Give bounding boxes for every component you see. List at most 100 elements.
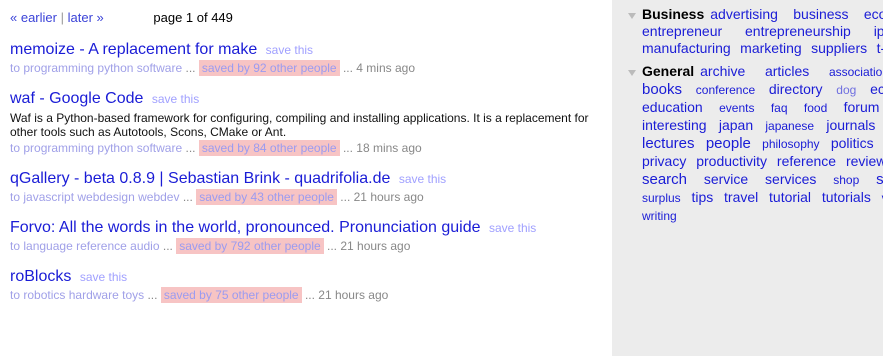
post-tag-link[interactable]: webdesign	[77, 190, 134, 204]
tag-link[interactable]: dog	[836, 83, 856, 97]
tag-link[interactable]: directory	[769, 81, 823, 97]
tag-link[interactable]: shop	[833, 173, 859, 187]
tag-sidebar: Business advertising business ecommerce e…	[612, 0, 883, 356]
post-time: ... 21 hours ago	[327, 239, 411, 253]
post-title-line: memoize - A replacement for make save th…	[10, 40, 612, 59]
tag-link[interactable]: entrepreneur	[642, 23, 722, 39]
post-title-link[interactable]: waf - Google Code	[10, 90, 143, 107]
meta-to: to	[10, 288, 21, 302]
post-time: ... 21 hours ago	[340, 190, 424, 204]
tag-link[interactable]: ecommerce	[864, 6, 883, 22]
post-tag-link[interactable]: programming	[23, 141, 94, 155]
tag-link[interactable]: business	[793, 6, 848, 22]
post-item: roBlocks save this to robotics hardware t…	[10, 267, 612, 304]
post-tag-link[interactable]: toys	[122, 288, 144, 302]
earlier-link[interactable]: « earlier	[10, 10, 57, 25]
meta-ellipsis: ...	[185, 61, 196, 75]
saved-by-link[interactable]: saved by 92 other people	[198, 60, 340, 76]
tag-link[interactable]: education	[642, 99, 703, 115]
post-tag-link[interactable]: python	[97, 61, 133, 75]
saved-by-link[interactable]: saved by 84 other people	[198, 140, 340, 156]
tag-link[interactable]: interesting	[642, 117, 707, 133]
tag-link[interactable]: search	[642, 171, 687, 188]
saved-by-link[interactable]: saved by 75 other people	[160, 287, 302, 303]
tag-link[interactable]: services	[765, 171, 816, 187]
tag-link[interactable]: manufacturing	[642, 40, 731, 56]
post-meta: to javascript webdesign webdev ... saved…	[10, 189, 612, 206]
tag-link[interactable]: tutorials	[822, 189, 871, 205]
meta-to: to	[10, 141, 21, 155]
tag-group-heading[interactable]: Business	[642, 6, 704, 22]
post-title-link[interactable]: Forvo: All the words in the world, prono…	[10, 219, 481, 236]
tag-link[interactable]: surplus	[642, 191, 681, 205]
post-meta: to robotics hardware toys ... saved by 7…	[10, 287, 612, 304]
post-tag-link[interactable]: software	[137, 141, 182, 155]
tag-link[interactable]: tips	[691, 189, 713, 205]
tag-link[interactable]: books	[642, 81, 682, 98]
tag-link[interactable]: reference	[777, 153, 836, 169]
tag-group-heading[interactable]: General	[642, 63, 694, 79]
tag-link[interactable]: entrepreneurship	[745, 23, 851, 39]
tag-link[interactable]: people	[706, 135, 751, 152]
post-tag-link[interactable]: robotics	[23, 288, 65, 302]
tag-link[interactable]: t-shirts	[877, 40, 883, 56]
collapse-triangle-icon[interactable]	[628, 13, 636, 19]
tag-link[interactable]: association	[829, 65, 883, 79]
tag-link[interactable]: privacy	[642, 153, 686, 169]
tag-link[interactable]: articles	[765, 63, 809, 79]
tag-link[interactable]: journals	[826, 117, 875, 133]
tag-link[interactable]: japanese	[765, 119, 814, 133]
post-item: qGallery - beta 0.8.9 | Sebastian Brink …	[10, 169, 612, 206]
tag-link[interactable]: politics	[831, 135, 874, 151]
tag-group: Generalarchive articles association blog…	[612, 57, 883, 225]
tag-link[interactable]: economics	[870, 81, 883, 97]
post-tag-link[interactable]: hardware	[69, 288, 119, 302]
tag-link[interactable]: food	[804, 101, 827, 115]
tag-link[interactable]: review	[846, 153, 883, 169]
tag-link[interactable]: faq	[771, 101, 788, 115]
post-title-link[interactable]: memoize - A replacement for make	[10, 41, 257, 58]
later-link[interactable]: later »	[68, 10, 104, 25]
post-meta: to programming python software ... saved…	[10, 60, 612, 77]
tag-link[interactable]: events	[719, 101, 754, 115]
tag-link[interactable]: marketing	[740, 40, 801, 56]
tag-link[interactable]: japan	[719, 117, 753, 133]
post-title-link[interactable]: qGallery - beta 0.8.9 | Sebastian Brink …	[10, 170, 390, 187]
tag-link[interactable]: ip	[874, 23, 883, 39]
post-title-line: qGallery - beta 0.8.9 | Sebastian Brink …	[10, 169, 612, 188]
tag-link[interactable]: service	[704, 171, 748, 187]
tag-link[interactable]: archive	[700, 63, 745, 79]
tag-link[interactable]: lectures	[642, 135, 695, 152]
saved-by-link[interactable]: saved by 792 other people	[176, 238, 324, 254]
tag-link[interactable]: shopping	[876, 171, 883, 188]
tag-link[interactable]: travel	[724, 189, 758, 205]
save-this-link[interactable]: save this	[266, 43, 313, 57]
save-this-link[interactable]: save this	[489, 221, 536, 235]
post-tag-link[interactable]: language	[23, 239, 72, 253]
collapse-triangle-icon[interactable]	[628, 70, 636, 76]
post-list: memoize - A replacement for make save th…	[10, 40, 612, 304]
tag-link[interactable]: philosophy	[762, 137, 819, 151]
save-this-link[interactable]: save this	[152, 92, 199, 106]
post-tag-link[interactable]: software	[137, 61, 182, 75]
post-tag-link[interactable]: programming	[23, 61, 94, 75]
post-tag-link[interactable]: webdev	[138, 190, 179, 204]
post-tag-link[interactable]: reference	[76, 239, 127, 253]
post-tag-link[interactable]: python	[97, 141, 133, 155]
post-title-link[interactable]: roBlocks	[10, 268, 71, 285]
tag-link[interactable]: suppliers	[811, 40, 867, 56]
meta-to: to	[10, 239, 21, 253]
post-tag-link[interactable]: javascript	[23, 190, 74, 204]
tag-link[interactable]: productivity	[696, 153, 767, 169]
save-this-link[interactable]: save this	[80, 270, 127, 284]
tag-link[interactable]: advertising	[710, 6, 778, 22]
tag-link[interactable]: writing	[642, 209, 677, 223]
post-item: memoize - A replacement for make save th…	[10, 40, 612, 77]
post-tag-link[interactable]: audio	[130, 239, 159, 253]
save-this-link[interactable]: save this	[399, 172, 446, 186]
tag-link[interactable]: tutorial	[769, 189, 811, 205]
saved-by-link[interactable]: saved by 43 other people	[196, 189, 337, 205]
pager-separator: |	[60, 10, 64, 25]
tag-link[interactable]: forum	[844, 99, 880, 115]
tag-link[interactable]: conference	[696, 83, 755, 97]
